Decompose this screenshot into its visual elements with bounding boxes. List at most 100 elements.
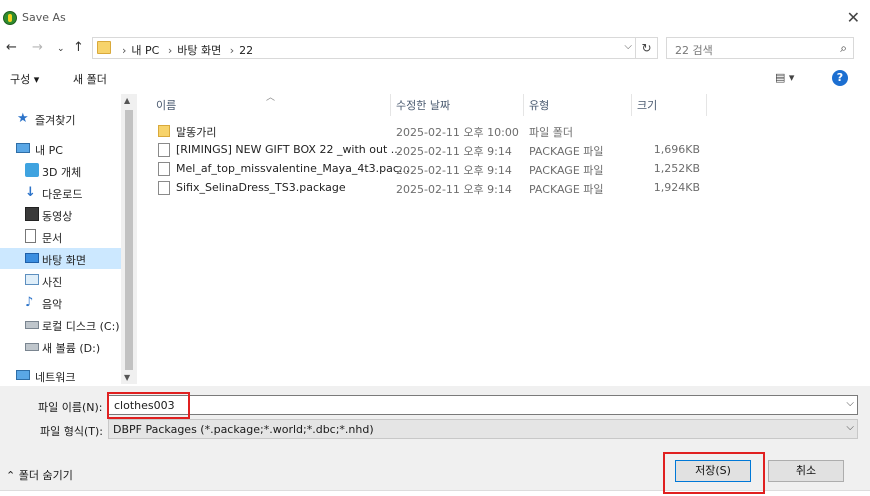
download-icon: ↓	[25, 185, 36, 200]
up-arrow-icon[interactable]: ↑	[73, 40, 84, 55]
breadcrumb-item[interactable]: 바탕 화면	[177, 44, 221, 57]
breadcrumb-item[interactable]: 내 PC	[131, 44, 159, 57]
refresh-icon[interactable]: ↻	[636, 37, 658, 59]
scroll-down-icon[interactable]: ▼	[124, 373, 130, 382]
column-header-name[interactable]: 이름	[156, 97, 176, 113]
sidebar-item-label: 새 볼륨 (D:)	[42, 342, 101, 355]
back-arrow-icon[interactable]: ←	[6, 40, 17, 55]
column-divider[interactable]	[631, 94, 632, 116]
sidebar-item-documents[interactable]: 문서	[0, 226, 121, 247]
sort-ascending-icon: ︿	[266, 93, 276, 103]
hide-folders-toggle[interactable]: ⌃ 폴더 숨기기	[6, 467, 73, 483]
sidebar-item-videos[interactable]: 동영상	[0, 204, 121, 225]
dialog-footer: ⌃ 폴더 숨기기 저장(S) 취소	[0, 440, 870, 496]
chevron-down-icon[interactable]: ⌵	[846, 398, 854, 409]
file-type: PACKAGE 파일	[529, 164, 604, 177]
file-row[interactable]: [RIMINGS] NEW GIFT BOX 22 _with out ... …	[152, 140, 712, 159]
file-name: Mel_af_top_missvalentine_Maya_4t3.pac...	[176, 162, 410, 175]
folder-icon	[97, 41, 111, 54]
sidebar-item-label: 사진	[42, 276, 63, 289]
sidebar-item-network[interactable]: 네트워크	[0, 365, 121, 384]
file-icon	[158, 181, 170, 195]
sidebar-item-downloads[interactable]: ↓ 다운로드	[0, 182, 121, 203]
pictures-icon	[25, 274, 39, 285]
address-bar[interactable]: › 내 PC › 바탕 화면 › 22 ⌵	[92, 37, 636, 59]
save-button[interactable]: 저장(S)	[675, 460, 751, 482]
window-title: Save As	[22, 11, 66, 24]
sidebar-item-local-disk-c[interactable]: 로컬 디스크 (C:)	[0, 314, 121, 335]
file-row[interactable]: 말똥가리 2025-02-11 오후 10:00 파일 폴더	[152, 121, 712, 140]
breadcrumb: › 내 PC › 바탕 화면 › 22	[122, 44, 254, 57]
sidebar-item-label: 음악	[42, 298, 63, 311]
computer-icon	[16, 143, 30, 153]
save-form: 파일 이름(N): clothes003 ⌵ 파일 형식(T): DBPF Pa…	[0, 386, 870, 440]
view-options-icon[interactable]: ▤ ▾	[775, 71, 794, 84]
filename-label: 파일 이름(N):	[38, 401, 103, 414]
sidebar-item-favorites[interactable]: ★ 즐겨찾기	[0, 108, 121, 129]
file-type: 파일 폴더	[529, 126, 573, 139]
file-date: 2025-02-11 오후 9:14	[396, 145, 512, 158]
column-header-date[interactable]: 수정한 날짜	[396, 97, 450, 113]
document-icon	[25, 229, 36, 243]
file-date: 2025-02-11 오후 9:14	[396, 183, 512, 196]
close-icon[interactable]: ✕	[847, 8, 860, 27]
drive-icon	[25, 343, 39, 351]
file-name: [RIMINGS] NEW GIFT BOX 22 _with out ...	[176, 143, 402, 156]
sidebar-item-label: 내 PC	[35, 144, 63, 157]
column-header-type[interactable]: 유형	[529, 97, 549, 113]
sidebar-item-label: 즐겨찾기	[35, 114, 76, 127]
scroll-up-icon[interactable]: ▲	[124, 96, 130, 105]
filetype-value: DBPF Packages (*.package;*.world;*.dbc;*…	[113, 423, 374, 436]
sidebar-item-this-pc[interactable]: 내 PC	[0, 138, 121, 159]
search-placeholder: 22 검색	[675, 44, 713, 57]
sidebar-item-pictures[interactable]: 사진	[0, 270, 121, 291]
file-date: 2025-02-11 오후 9:14	[396, 164, 512, 177]
column-header-size[interactable]: 크기	[637, 97, 657, 113]
file-date: 2025-02-11 오후 10:00	[396, 126, 519, 139]
cancel-button[interactable]: 취소	[768, 460, 844, 482]
file-type: PACKAGE 파일	[529, 145, 604, 158]
desktop-icon	[25, 253, 39, 263]
chevron-down-icon[interactable]: ⌵	[624, 41, 632, 52]
new-folder-button[interactable]: 새 폴더	[73, 71, 107, 87]
sidebar-item-desktop[interactable]: 바탕 화면	[0, 248, 121, 269]
chevron-down-icon[interactable]: ⌵	[846, 422, 854, 433]
file-size: 1,696KB	[653, 143, 700, 156]
filename-input[interactable]: clothes003 ⌵	[108, 395, 858, 415]
column-divider[interactable]	[706, 94, 707, 116]
recent-locations-chevron-icon[interactable]: ⌄	[57, 44, 65, 54]
sidebar-item-label: 로컬 디스크 (C:)	[42, 320, 120, 333]
sidebar-item-3d-objects[interactable]: 3D 개체	[0, 160, 121, 181]
file-name: Sifix_SelinaDress_TS3.package	[176, 181, 346, 194]
file-size: 1,252KB	[653, 162, 700, 175]
breadcrumb-item[interactable]: 22	[239, 44, 253, 57]
title-bar: Save As ✕	[0, 0, 870, 36]
sidebar-item-label: 동영상	[42, 210, 73, 223]
filename-value: clothes003	[114, 399, 175, 412]
column-divider[interactable]	[523, 94, 524, 116]
video-icon	[25, 207, 39, 221]
file-icon	[158, 143, 170, 157]
file-row[interactable]: Sifix_SelinaDress_TS3.package 2025-02-11…	[152, 178, 712, 197]
sidebar-scrollbar[interactable]: ▲ ▼	[121, 94, 137, 384]
toolbar: 구성 ▾ 새 폴더 ▤ ▾ ?	[0, 66, 870, 92]
chevron-up-icon: ⌃	[6, 469, 16, 482]
sidebar-item-music[interactable]: ♪ 음악	[0, 292, 121, 313]
search-box[interactable]: 22 검색 ⌕	[666, 37, 854, 59]
sidebar-item-volume-d[interactable]: 새 볼륨 (D:)	[0, 336, 121, 357]
search-icon[interactable]: ⌕	[840, 41, 847, 56]
file-name: 말똥가리	[176, 126, 217, 139]
column-divider[interactable]	[390, 94, 391, 116]
file-row[interactable]: Mel_af_top_missvalentine_Maya_4t3.pac...…	[152, 159, 712, 178]
sidebar-item-label: 문서	[42, 232, 63, 245]
drive-icon	[25, 321, 39, 329]
help-icon[interactable]: ?	[832, 70, 848, 86]
app-icon	[3, 11, 17, 25]
scrollbar-thumb[interactable]	[125, 110, 133, 370]
cube-icon	[25, 163, 39, 177]
forward-arrow-icon[interactable]: →	[32, 40, 43, 55]
organize-button[interactable]: 구성 ▾	[10, 71, 39, 87]
view-dropdown[interactable]: ▾	[789, 71, 795, 84]
filetype-select[interactable]: DBPF Packages (*.package;*.world;*.dbc;*…	[108, 419, 858, 439]
network-icon	[16, 370, 30, 380]
